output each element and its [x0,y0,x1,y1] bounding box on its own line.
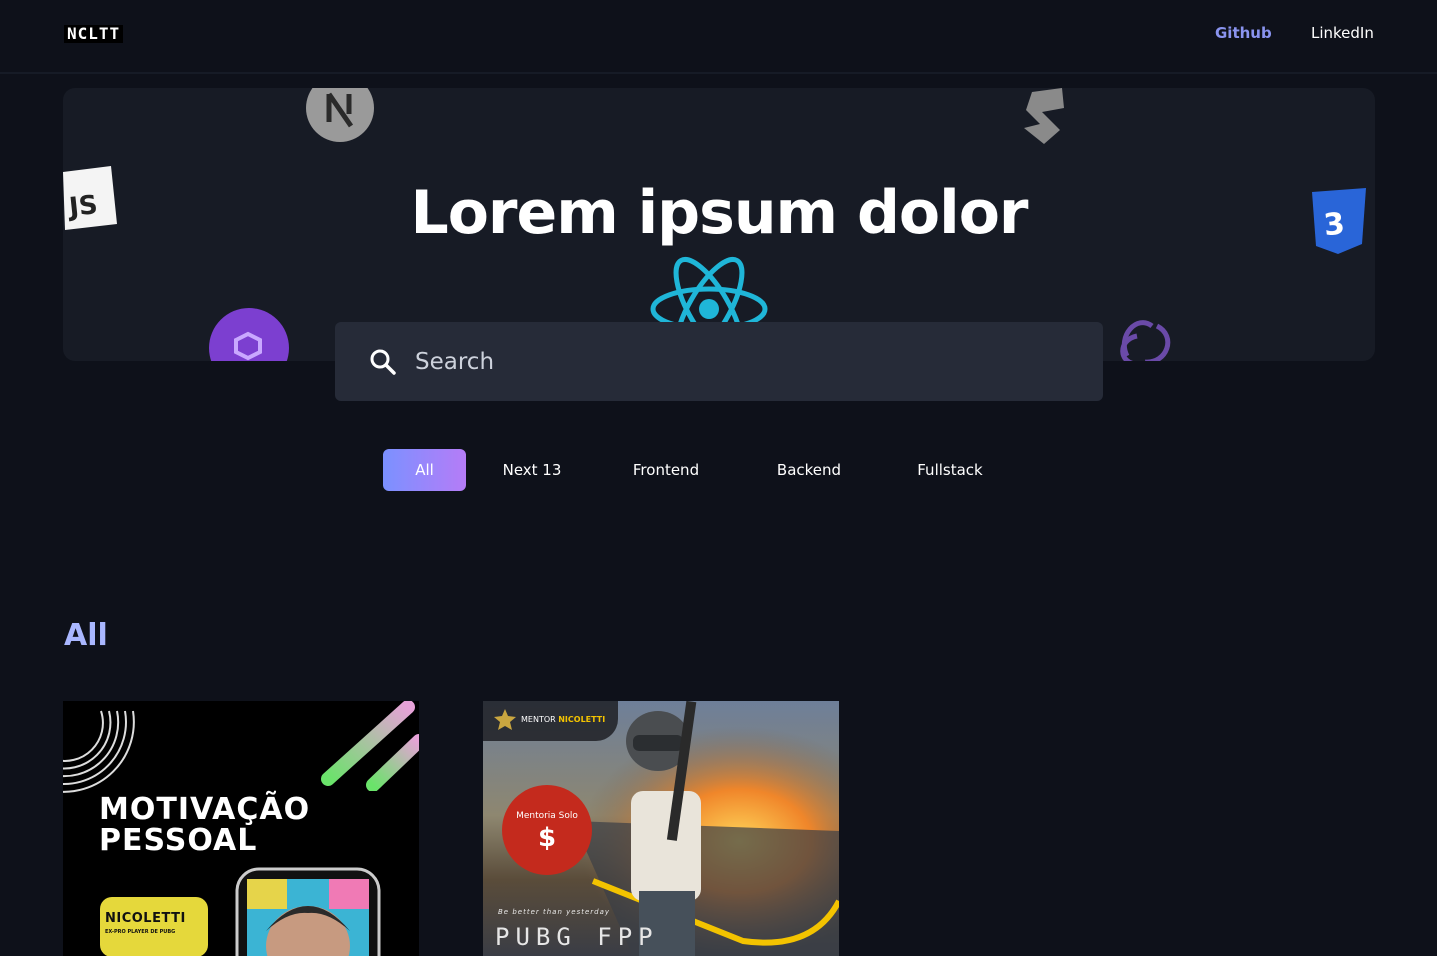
search-bar[interactable] [335,322,1103,401]
search-input[interactable] [415,340,1065,384]
badge-subtitle: EX-PRO PLAYER DE PUBG [105,929,176,935]
card-title-line1: MOTIVAÇÃO [99,792,311,827]
card-title-line2: PESSOAL [99,823,258,858]
mentoria-badge: Mentoria Solo $ [502,785,592,875]
hero-banner: JS 3 Lorem ipsum dolor [63,88,1375,361]
crest-icon [494,709,516,730]
nav-link-linkedin[interactable]: LinkedIn [1311,24,1374,42]
name-badge: NICOLETTI EX-PRO PLAYER DE PUBG [100,897,208,956]
filter-next-13[interactable]: Next 13 [484,449,580,491]
section-title: All [64,618,108,653]
polygon-icon [209,308,289,361]
mentor-tag-prefix: MENTOR [521,715,556,724]
resource-card[interactable]: MENTOR NICOLETTI Mentoria Solo $ Be bett… [483,701,839,956]
game-title: PUBG FPP [495,923,659,951]
react-icon [650,256,768,324]
navbar: NCLTT Github LinkedIn [0,0,1437,74]
logo[interactable]: NCLTT [64,25,124,43]
redux-icon [1120,320,1171,361]
hero-title: Lorem ipsum dolor [410,178,1028,248]
decorative-stripes [321,701,419,791]
search-icon [370,349,396,375]
phone-illustration [235,867,381,956]
nav-link-github[interactable]: Github [1215,24,1272,42]
filter-backend[interactable]: Backend [761,449,857,491]
filter-frontend[interactable]: Frontend [618,449,714,491]
sass-icon [1024,88,1064,144]
price-symbol: $ [537,823,557,853]
nextjs-icon [306,88,374,142]
decorative-lines [63,710,135,793]
mentor-tag-name: NICOLETTI [558,715,606,724]
filter-fullstack[interactable]: Fullstack [902,449,998,491]
resource-card[interactable]: MOTIVAÇÃO PESSOAL NICOLETTI EX-PRO PLAYE… [63,701,419,956]
filter-all[interactable]: All [383,449,466,491]
card-tagline: Be better than yesterday [498,908,611,916]
mentoria-label: Mentoria Solo [516,811,578,821]
card-title: MOTIVAÇÃO PESSOAL [99,794,310,856]
badge-name: NICOLETTI [105,911,186,926]
